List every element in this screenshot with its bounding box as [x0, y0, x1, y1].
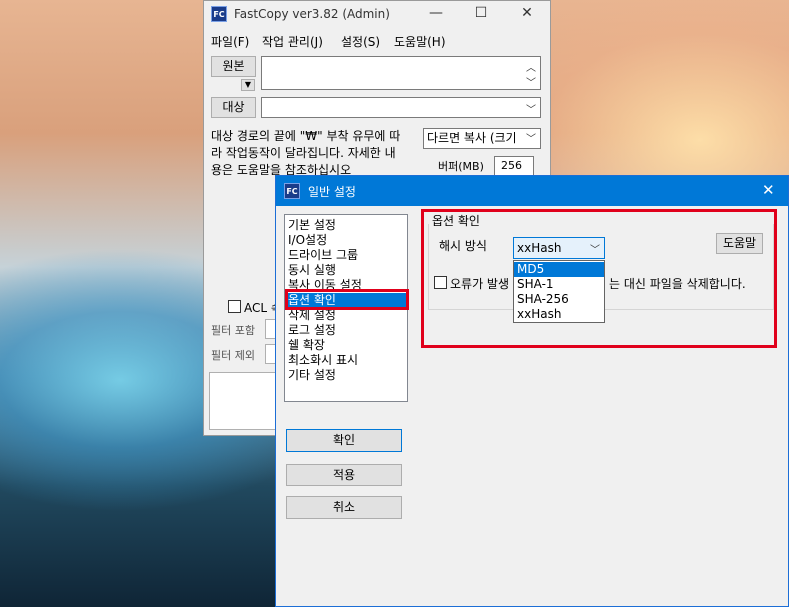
dialog-titlebar: FC 일반 설정 ✕ — [276, 176, 788, 206]
copy-mode-select[interactable]: 다르면 복사 (크기 ﹀ — [423, 128, 541, 149]
info-line: 라 작업동작이 달라집니다. 자세한 내 — [211, 146, 396, 160]
triangle-down-icon: ▼ — [244, 80, 252, 89]
error-delete-checkbox[interactable] — [434, 276, 447, 289]
filter-include-label: 필터 포함 — [211, 324, 255, 337]
selected-category-highlight — [285, 289, 409, 310]
minimize-button[interactable]: — — [421, 1, 451, 25]
chevron-down-icon: ﹀ — [526, 134, 536, 145]
dest-button[interactable]: 대상 — [211, 97, 256, 118]
hash-option-md5[interactable]: MD5 — [514, 262, 604, 277]
category-minimize-display[interactable]: 최소화시 표시 — [285, 353, 407, 368]
maximize-button[interactable]: ☐ — [466, 1, 496, 25]
chevron-down-icon: ﹀ — [590, 245, 600, 256]
category-shell-ext[interactable]: 쉘 확장 — [285, 338, 407, 353]
cancel-button[interactable]: 취소 — [286, 496, 402, 519]
info-line: 대상 경로의 끝에 "₩" 부착 유무에 따 — [211, 129, 401, 143]
error-checkbox-label-left: 오류가 발생 — [450, 277, 510, 291]
dest-path-combo[interactable]: ﹀ — [261, 97, 541, 118]
category-delete[interactable]: 삭제 설정 — [285, 308, 407, 323]
buffer-label: 버퍼(MB) — [438, 160, 484, 173]
filter-exclude-label: 필터 제외 — [211, 349, 255, 362]
hash-option-sha256[interactable]: SHA-256 — [514, 292, 604, 307]
ok-button[interactable]: 확인 — [286, 429, 402, 452]
error-checkbox-label-right: 는 대신 파일을 삭제합니다. — [609, 277, 746, 291]
hash-option-sha1[interactable]: SHA-1 — [514, 277, 604, 292]
fastcopy-app-icon: FC — [284, 183, 300, 199]
window-title: FastCopy ver3.82 (Admin) — [234, 7, 390, 21]
hash-method-dropdown[interactable]: MD5 SHA-1 SHA-256 xxHash — [513, 260, 605, 323]
dialog-title: 일반 설정 — [308, 185, 356, 199]
buffer-input[interactable]: 256 — [494, 156, 534, 176]
menu-job-manage[interactable]: 작업 관리(J) — [262, 33, 323, 50]
hash-method-label: 해시 방식 — [439, 239, 487, 253]
category-concurrent[interactable]: 동시 실행 — [285, 263, 407, 278]
source-history-button[interactable]: ▼ — [241, 79, 255, 91]
section-title: 옵션 확인 — [432, 214, 480, 228]
scroll-up-icon[interactable]: ︿ — [526, 59, 536, 74]
dialog-close-icon[interactable]: ✕ — [762, 181, 775, 199]
close-button[interactable]: ✕ — [512, 1, 542, 25]
category-drive-group[interactable]: 드라이브 그룹 — [285, 248, 407, 263]
menu-settings[interactable]: 설정(S) — [341, 33, 380, 50]
dest-info-text: 대상 경로의 끝에 "₩" 부착 유무에 따 라 작업동작이 달라집니다. 자세… — [211, 128, 421, 179]
scroll-down-icon[interactable]: ﹀ — [526, 74, 536, 89]
menu-help[interactable]: 도움말(H) — [394, 33, 446, 50]
acl-checkbox[interactable] — [228, 300, 241, 313]
hash-method-value: xxHash — [517, 241, 562, 255]
general-settings-dialog: FC 일반 설정 ✕ 기본 설정 I/O설정 드라이브 그룹 동시 실행 복사 … — [275, 175, 789, 607]
category-other[interactable]: 기타 설정 — [285, 368, 407, 383]
category-io[interactable]: I/O설정 — [285, 233, 407, 248]
hash-method-select[interactable]: xxHash ﹀ — [513, 237, 605, 259]
source-button[interactable]: 원본 — [211, 56, 256, 77]
copy-mode-value: 다르면 복사 (크기 — [427, 131, 517, 145]
menu-file[interactable]: 파일(F) — [211, 33, 249, 50]
source-path-field[interactable]: ︿ ﹀ — [261, 56, 541, 90]
chevron-down-icon: ﹀ — [526, 105, 536, 116]
status-log-area — [209, 372, 277, 430]
help-button[interactable]: 도움말 — [716, 233, 763, 254]
apply-button[interactable]: 적용 — [286, 464, 402, 486]
category-log[interactable]: 로그 설정 — [285, 323, 407, 338]
category-basic[interactable]: 기본 설정 — [285, 218, 407, 233]
fastcopy-app-icon: FC — [211, 6, 227, 22]
hash-option-xxhash[interactable]: xxHash — [514, 307, 604, 322]
